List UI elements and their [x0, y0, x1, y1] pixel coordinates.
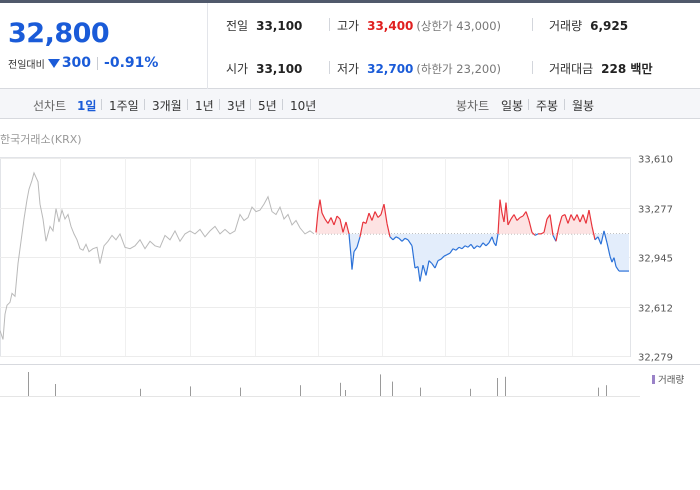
period-3y-button[interactable]: 3년 [227, 97, 246, 114]
period-1y-button[interactable]: 1년 [195, 97, 214, 114]
stat-low: 저가 32,700 (하한가 23,200) [337, 60, 501, 77]
down-area [429, 233, 432, 264]
y-tick-label: 32,279 [638, 353, 673, 364]
down-area [453, 233, 456, 251]
divider [250, 99, 251, 110]
period-10y-button[interactable]: 10년 [290, 97, 316, 114]
divider [187, 99, 188, 110]
down-area [447, 233, 450, 255]
volume-bar [340, 382, 341, 396]
down-area [616, 233, 619, 272]
y-tick-label: 32,612 [638, 304, 673, 315]
price-chart-svg: 33,610 33,277 32,945 32,612 32,279 [0, 155, 700, 365]
stat-volume: 거래량 6,925 [549, 17, 628, 34]
volume-bar [140, 388, 141, 396]
pre-session-line [0, 171, 315, 340]
y-tick-label: 33,610 [638, 155, 673, 166]
period-1d-button[interactable]: 1일 [77, 97, 96, 114]
volume-bar [55, 384, 56, 396]
stat-label: 거래대금 [549, 62, 594, 76]
stat-value: 33,100 [256, 62, 303, 76]
change-percent: -0.91% [104, 55, 159, 71]
y-tick-label: 32,945 [638, 254, 673, 265]
stat-amount: 거래대금 228 백만 [549, 60, 652, 77]
divider [329, 18, 330, 31]
stat-label: 저가 [337, 62, 360, 76]
candle-daily-button[interactable]: 일봉 [501, 97, 523, 114]
divider [219, 99, 220, 110]
down-area [415, 233, 418, 269]
divider [144, 99, 145, 110]
down-area [432, 233, 435, 269]
volume-bar [240, 387, 241, 396]
candle-monthly-button[interactable]: 월봉 [572, 97, 594, 114]
volume-bar [392, 381, 393, 396]
volume-bar [420, 387, 421, 396]
down-area [465, 233, 468, 248]
divider [329, 61, 330, 74]
line-chart-label: 선차트 [33, 99, 67, 113]
stat-value: 32,700 [367, 62, 414, 76]
price-chart: 33,610 33,277 32,945 32,612 32,279 [0, 150, 700, 370]
volume-chart [0, 372, 640, 397]
volume-bar [505, 376, 506, 396]
volume-bar [300, 385, 301, 396]
up-area [520, 216, 523, 234]
volume-bar [606, 385, 607, 396]
divider [101, 99, 102, 110]
stat-prev-close: 전일 33,100 [226, 17, 302, 34]
stat-open: 시가 33,100 [226, 60, 302, 77]
volume-bar [598, 387, 599, 396]
divider [282, 99, 283, 110]
down-area [623, 233, 629, 272]
stat-label: 시가 [226, 62, 249, 76]
upper-limit: (상한가 43,000) [416, 19, 502, 33]
stat-value: 228 백만 [601, 62, 653, 76]
price-change: 전일대비 300 -0.91% [8, 55, 158, 71]
down-area [459, 233, 462, 249]
volume-bar [190, 386, 191, 396]
current-price-box: 32,800 전일대비 300 -0.91% [0, 3, 208, 89]
volume-bar [470, 388, 471, 396]
period-3m-button[interactable]: 3개월 [152, 97, 182, 114]
down-area [477, 233, 480, 248]
stat-high: 고가 33,400 (상한가 43,000) [337, 17, 501, 34]
chart-period-toolbar: 선차트 1일 1주일 3개월 1년 3년 5년 10년 봉차트 일봉 주봉 월봉 [0, 89, 700, 119]
period-1w-button[interactable]: 1주일 [109, 97, 139, 114]
divider [532, 61, 533, 74]
divider [97, 56, 99, 70]
divider [528, 99, 529, 110]
stat-label: 고가 [337, 19, 360, 33]
stat-value: 33,400 [367, 19, 414, 33]
period-5y-button[interactable]: 5년 [258, 97, 277, 114]
down-area [438, 233, 441, 261]
stat-label: 전일 [226, 19, 249, 33]
volume-bar [28, 372, 29, 396]
change-label: 전일대비 [8, 59, 45, 71]
candle-chart-label: 봉차트 [456, 99, 490, 113]
divider [532, 18, 533, 31]
volume-bar [497, 378, 498, 396]
up-area [562, 214, 565, 234]
stat-value: 6,925 [590, 19, 629, 33]
volume-bar [380, 374, 381, 396]
stat-label: 거래량 [549, 19, 583, 33]
y-tick-label: 33,277 [638, 205, 673, 216]
change-amount: 300 [61, 55, 92, 71]
quote-summary: 32,800 전일대비 300 -0.91% 전일 33,100 고가 33,400… [0, 3, 700, 89]
down-area [444, 233, 447, 257]
lower-limit: (하한가 23,200) [416, 62, 502, 76]
candle-weekly-button[interactable]: 주봉 [536, 97, 558, 114]
stat-value: 33,100 [256, 19, 303, 33]
divider [564, 99, 565, 110]
volume-bar [345, 390, 346, 396]
current-price: 32,800 [8, 18, 110, 49]
data-source-label: 한국거래소(KRX) [0, 133, 82, 146]
quote-stats: 전일 33,100 고가 33,400 (상한가 43,000) 거래량 6,925 시… [209, 3, 700, 89]
down-area [441, 233, 444, 260]
down-arrow-icon [47, 59, 60, 68]
down-area [619, 233, 623, 272]
